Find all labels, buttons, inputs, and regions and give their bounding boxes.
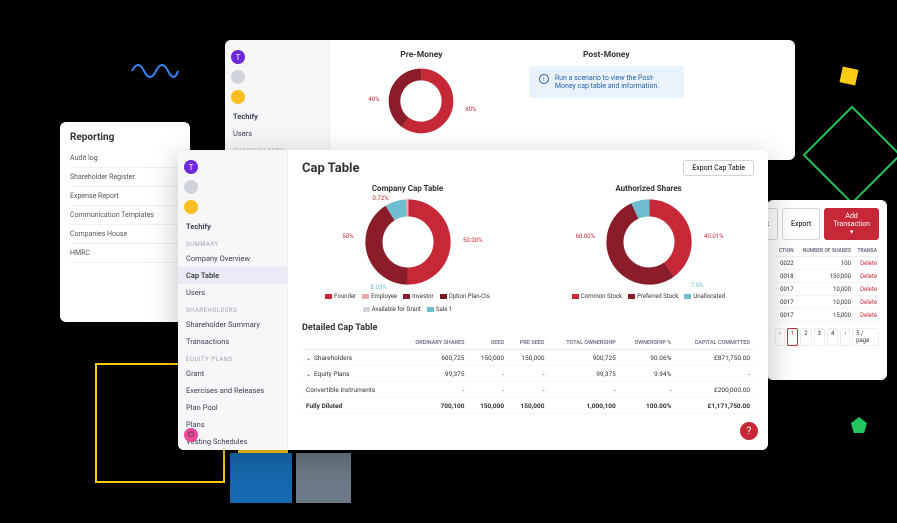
company-name: Techify (178, 218, 287, 235)
pagination: ‹ 1 2 3 4 › 5 / page (775, 328, 879, 346)
page-number[interactable]: 4 (827, 328, 838, 346)
chevron-down-icon: ⌄ (306, 355, 311, 362)
legend: Common Stock Preferred Stock Unallocated (543, 293, 754, 300)
sidebar-item-shareholder-summary[interactable]: Shareholder Summary (178, 316, 287, 333)
table-header-row: ORDINARY SHARESSEEDPRE SEEDTOTAL OWNERSH… (302, 337, 754, 350)
delete-link[interactable]: Delete (853, 257, 879, 270)
table-row: 001715,000Delete (775, 309, 879, 322)
info-text: Run a scenario to view the Post-Money ca… (555, 74, 674, 90)
table-row: 001710,000Delete (775, 283, 879, 296)
authorized-shares-chart: Authorized Shares 60.00% 40.01% 7.0% Com… (543, 184, 754, 313)
transactions-table: CTIONNUMBER OF SHARESTRANSA 0022100Delet… (775, 246, 879, 322)
report-item[interactable]: Communication Templates (70, 206, 180, 225)
chart-title: Pre-Money (344, 50, 499, 60)
nav-icon[interactable] (184, 180, 198, 194)
delete-link[interactable]: Delete (853, 270, 879, 283)
table-row: 0022100Delete (775, 257, 879, 270)
sidebar-header: EQUITY PLANS (178, 350, 287, 365)
help-button[interactable]: ? (740, 422, 758, 440)
chart-title: Company Cap Table (302, 184, 513, 193)
sidebar: T Techify SUMMARY Company Overview Cap T… (178, 150, 288, 450)
nav-icon[interactable] (231, 90, 245, 104)
nav-icon[interactable] (184, 200, 198, 214)
report-item[interactable]: HMRC (70, 244, 180, 263)
decorative-pentagon (851, 417, 867, 433)
nav-icon[interactable] (231, 70, 245, 84)
decorative-diamond (803, 106, 897, 205)
report-item[interactable]: Expense Report (70, 187, 180, 206)
sidebar-item-transactions[interactable]: Transactions (178, 333, 287, 350)
report-item[interactable]: Audit log (70, 149, 180, 168)
donut-icon (604, 197, 694, 287)
table-row: Fully Diluted700,100150,000150,0001,000,… (302, 398, 754, 414)
sidebar-item-cap-table[interactable]: Cap Table (178, 267, 287, 284)
company-cap-table-chart: Company Cap Table 0.72% 50% 50.00% 8.03%… (302, 184, 513, 313)
sidebar-item-users[interactable]: Users (178, 284, 287, 301)
page-number[interactable]: 1 (787, 328, 798, 346)
page-size[interactable]: 5 / page (852, 328, 879, 346)
chart-label: 60% (465, 106, 476, 113)
postmoney-panel: Post-Money i Run a scenario to view the … (529, 50, 684, 140)
sidebar: T Techify Users SHAREHOLDERS Shareholder… (225, 40, 330, 160)
donut-icon (363, 197, 453, 287)
premoney-chart: Pre-Money 40% 60% (344, 50, 499, 140)
page-prev[interactable]: ‹ (775, 328, 785, 346)
sidebar-item-plan-pool[interactable]: Plan Pool (178, 399, 287, 416)
page-number[interactable]: 3 (814, 328, 825, 346)
page-title: Reporting (70, 132, 180, 143)
chevron-down-icon: ⌄ (306, 371, 311, 378)
window-cap-table: T Techify SUMMARY Company Overview Cap T… (178, 150, 768, 450)
sidebar-header: SHAREHOLDERS (178, 301, 287, 316)
page-number[interactable]: 2 (800, 328, 811, 346)
table-row[interactable]: ⌄Shareholders600,725150,000150,000900,72… (302, 350, 754, 366)
chart-label: 50.00% (463, 237, 482, 244)
chart-label: 0.72% (373, 195, 389, 202)
sidebar-header: SUMMARY (178, 235, 287, 250)
legend: Founder Employee Investor Option Plan-CI… (302, 293, 513, 313)
sidebar-item-grant[interactable]: Grant (178, 365, 287, 382)
chart-label: 40% (368, 96, 379, 103)
window-transactions: Import Export Add Transaction ▾ CTIONNUM… (767, 200, 887, 380)
report-item[interactable]: Companies House (70, 225, 180, 244)
chart-label: 50% (343, 233, 354, 240)
table-row: 0018150,000Delete (775, 270, 879, 283)
delete-link[interactable]: Delete (853, 309, 879, 322)
table-row: Convertible Instruments-----£200,000.00 (302, 382, 754, 398)
table-row[interactable]: ⌄Equity Plans99,375--99,3759.94%- (302, 366, 754, 382)
delete-link[interactable]: Delete (853, 283, 879, 296)
sidebar-item-users[interactable]: Users (225, 125, 329, 142)
sidebar-item-exercises[interactable]: Exercises and Releases (178, 382, 287, 399)
chart-label: 7.0% (691, 282, 704, 289)
detailed-cap-table: ORDINARY SHARESSEEDPRE SEEDTOTAL OWNERSH… (302, 337, 754, 414)
org-icon[interactable]: T (184, 160, 198, 174)
report-item[interactable]: Shareholder Register (70, 168, 180, 187)
export-button[interactable]: Export (782, 208, 820, 240)
page-title: Cap Table (302, 161, 360, 176)
decorative-square (840, 67, 859, 86)
page-next[interactable]: › (840, 328, 850, 346)
window-reporting: Reporting Audit log Shareholder Register… (60, 122, 190, 322)
chart-label: 60.00% (576, 233, 595, 240)
info-icon: i (539, 74, 549, 84)
import-button[interactable]: Import (767, 208, 778, 240)
add-transaction-button[interactable]: Add Transaction ▾ (824, 208, 879, 240)
company-name: Techify (225, 108, 329, 125)
chart-title: Post-Money (529, 50, 684, 60)
chart-label: 40.01% (704, 233, 723, 240)
sidebar-item-company-overview[interactable]: Company Overview (178, 250, 287, 267)
org-icon[interactable]: T (231, 50, 245, 64)
delete-link[interactable]: Delete (853, 296, 879, 309)
chart-label: 8.03% (371, 284, 387, 291)
power-icon[interactable]: ⏻ (184, 428, 198, 442)
window-premoney: T Techify Users SHAREHOLDERS Shareholder… (225, 40, 795, 160)
table-row: 001710,000Delete (775, 296, 879, 309)
donut-icon (386, 66, 456, 136)
info-box: i Run a scenario to view the Post-Money … (529, 66, 684, 98)
section-title: Detailed Cap Table (302, 323, 754, 333)
decorative-squiggle (130, 56, 180, 86)
chart-title: Authorized Shares (543, 184, 754, 193)
export-cap-table-button[interactable]: Export Cap Table (683, 160, 754, 176)
